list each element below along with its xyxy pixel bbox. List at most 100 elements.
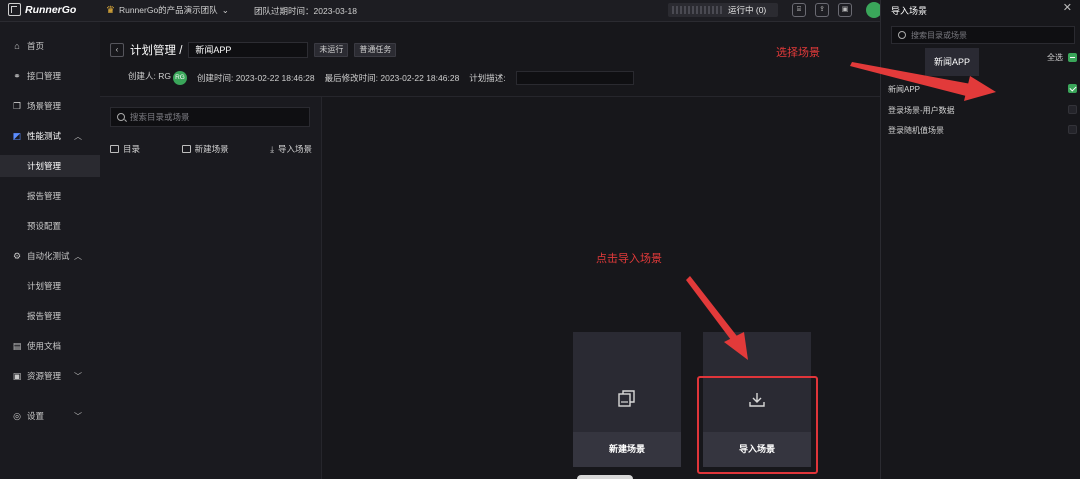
running-status[interactable]: 运行中 (0): [668, 3, 778, 17]
resource-icon: ▣: [12, 370, 22, 381]
close-icon[interactable]: ✕: [1063, 1, 1072, 14]
sidebar-item-report[interactable]: 报告管理: [0, 185, 100, 207]
sidebar-item-api[interactable]: ⚭ 接口管理: [0, 65, 100, 87]
creator: 创建人: RG RG: [128, 70, 187, 85]
sidebar-item-label: 场景管理: [27, 101, 62, 111]
desc-label: 计划描述:: [469, 72, 506, 83]
scene-checkbox[interactable]: [1068, 84, 1077, 93]
sidebar-item-docs[interactable]: ▤ 使用文档: [0, 335, 100, 357]
panel-actions: 目录 新建场景 ⤓ 导入场景: [110, 143, 312, 155]
app-logo[interactable]: RunnerGo: [8, 3, 76, 16]
scene-search[interactable]: [110, 107, 310, 127]
download-icon: ⤓: [270, 143, 274, 154]
new-scene-button[interactable]: 新建场景: [181, 143, 229, 155]
upload-icon[interactable]: ⇪: [815, 3, 829, 17]
settings-icon: ◎: [13, 410, 21, 421]
scene-search-input[interactable]: [130, 112, 300, 122]
search-icon: [898, 31, 906, 39]
copy-icon: [618, 390, 635, 407]
expire-label: 团队过期时间：: [254, 6, 314, 16]
running-bars-icon: [672, 6, 722, 14]
logo-icon: [8, 3, 21, 16]
creator-label: 创建人: RG: [128, 71, 171, 81]
folder-plus-icon: [110, 145, 119, 153]
sidebar: ⌂ 首页 ⚭ 接口管理 ❐ 场景管理 ◩ 性能测试 ︿ 计划管理 报告管理 预设配置 ⚙…: [0, 22, 100, 479]
terminal-icon[interactable]: ⌸: [792, 3, 806, 17]
sidebar-item-label: 设置: [27, 411, 45, 421]
highlight-box: [697, 376, 818, 474]
search-icon: [117, 113, 125, 121]
running-label: 运行中 (0): [728, 5, 767, 15]
sidebar-item-home[interactable]: ⌂ 首页: [0, 35, 100, 57]
sidebar-item-settings[interactable]: ◎ 设置 ﹀: [0, 405, 100, 427]
sidebar-item-preset[interactable]: 预设配置: [0, 215, 100, 237]
sidebar-item-label: 接口管理: [27, 71, 62, 81]
doc-icon: ▤: [12, 340, 22, 351]
scene-item-label: 登录场景-用户数据: [888, 106, 955, 115]
annotation-click-import: 点击导入场景: [596, 253, 662, 265]
scene-item-label: 新闻APP: [888, 85, 921, 94]
sidebar-item-label: 预设配置: [27, 221, 62, 231]
drawer-title: 导入场景: [891, 6, 928, 16]
sidebar-item-label: 使用文档: [27, 341, 62, 351]
sidebar-item-label: 报告管理: [27, 191, 62, 201]
chevron-down-icon: ﹀: [74, 411, 82, 421]
creator-avatar: RG: [172, 71, 187, 85]
drawer-search-input[interactable]: [911, 30, 1071, 40]
import-scene-drawer: 导入场景 ✕ 新闻APP 全选 新闻APP 登录场景-用户数据 登录随机值场景: [880, 0, 1080, 479]
scene-checkbox[interactable]: [1068, 105, 1077, 114]
scene-icon: ❐: [12, 100, 22, 111]
sidebar-item-label: 自动化测试: [27, 251, 70, 261]
sidebar-item-auto-plan[interactable]: 计划管理: [0, 275, 100, 297]
select-all-label: 全选: [1047, 53, 1063, 62]
sidebar-item-performance[interactable]: ◩ 性能测试 ︿: [0, 125, 100, 147]
app-name: RunnerGo: [25, 3, 77, 16]
new-scene-card[interactable]: 新建场景: [573, 332, 681, 467]
back-button[interactable]: ‹: [110, 43, 124, 57]
sidebar-item-label: 首页: [27, 41, 45, 51]
sidebar-item-resource[interactable]: ▣ 资源管理 ﹀: [0, 365, 100, 387]
sidebar-item-label: 性能测试: [27, 131, 62, 141]
plan-meta: 创建人: RG RG 创建时间: 2023-02-22 18:46:28 最后修改…: [128, 70, 634, 85]
modified-time: 最后修改时间: 2023-02-22 18:46:28: [324, 72, 460, 83]
drawer-search[interactable]: [891, 26, 1075, 44]
team-switcher[interactable]: ♛ RunnerGo的产品演示团队 ⌄: [106, 4, 229, 16]
chart-icon: ◩: [12, 130, 22, 141]
sidebar-item-label: 报告管理: [27, 311, 62, 321]
task-type-badge: 普通任务: [354, 43, 397, 57]
import-scene-button[interactable]: ⤓ 导入场景: [270, 143, 312, 155]
window-icon[interactable]: ▣: [838, 3, 852, 17]
chevron-down-icon: ﹀: [74, 371, 82, 381]
sidebar-item-scene[interactable]: ❐ 场景管理: [0, 95, 100, 117]
sidebar-item-auto-report[interactable]: 报告管理: [0, 305, 100, 327]
auto-icon: ⚙: [12, 250, 22, 261]
plan-desc-input[interactable]: [515, 70, 634, 85]
status-badge: 未运行: [314, 43, 349, 57]
action-label: 新建场景: [194, 144, 229, 154]
annotation-select-scene: 选择场景: [776, 47, 820, 59]
sidebar-item-label: 资源管理: [27, 371, 62, 381]
home-icon: ⌂: [14, 41, 20, 51]
chevron-down-icon: ⌄: [221, 4, 229, 15]
sidebar-item-label: 计划管理: [27, 161, 62, 171]
chevron-up-icon: ︿: [74, 251, 82, 261]
chevron-up-icon: ︿: [74, 131, 82, 141]
action-label: 导入场景: [277, 144, 312, 154]
link-icon: ⚭: [13, 70, 21, 81]
expire-date: 2023-03-18: [313, 6, 357, 16]
scroll-handle[interactable]: [577, 475, 633, 479]
new-scene-label: 新建场景: [573, 432, 681, 467]
add-folder-button[interactable]: 目录: [110, 143, 140, 155]
sidebar-item-plan[interactable]: 计划管理: [0, 155, 100, 177]
team-name: RunnerGo的产品演示团队: [118, 5, 218, 15]
breadcrumb: 计划管理 /: [130, 45, 183, 57]
tab-news-app[interactable]: 新闻APP: [925, 48, 979, 76]
sidebar-item-label: 计划管理: [27, 281, 62, 291]
copy-icon: [181, 145, 191, 153]
select-all-checkbox[interactable]: [1068, 53, 1077, 62]
plan-header: ‹ 计划管理 / 新闻APP 未运行 普通任务: [110, 42, 397, 58]
scene-checkbox[interactable]: [1068, 125, 1077, 134]
created-time: 创建时间: 2023-02-22 18:46:28: [196, 72, 315, 83]
sidebar-item-automation[interactable]: ⚙ 自动化测试 ︿: [0, 245, 100, 267]
plan-name-input[interactable]: 新闻APP: [188, 42, 309, 58]
